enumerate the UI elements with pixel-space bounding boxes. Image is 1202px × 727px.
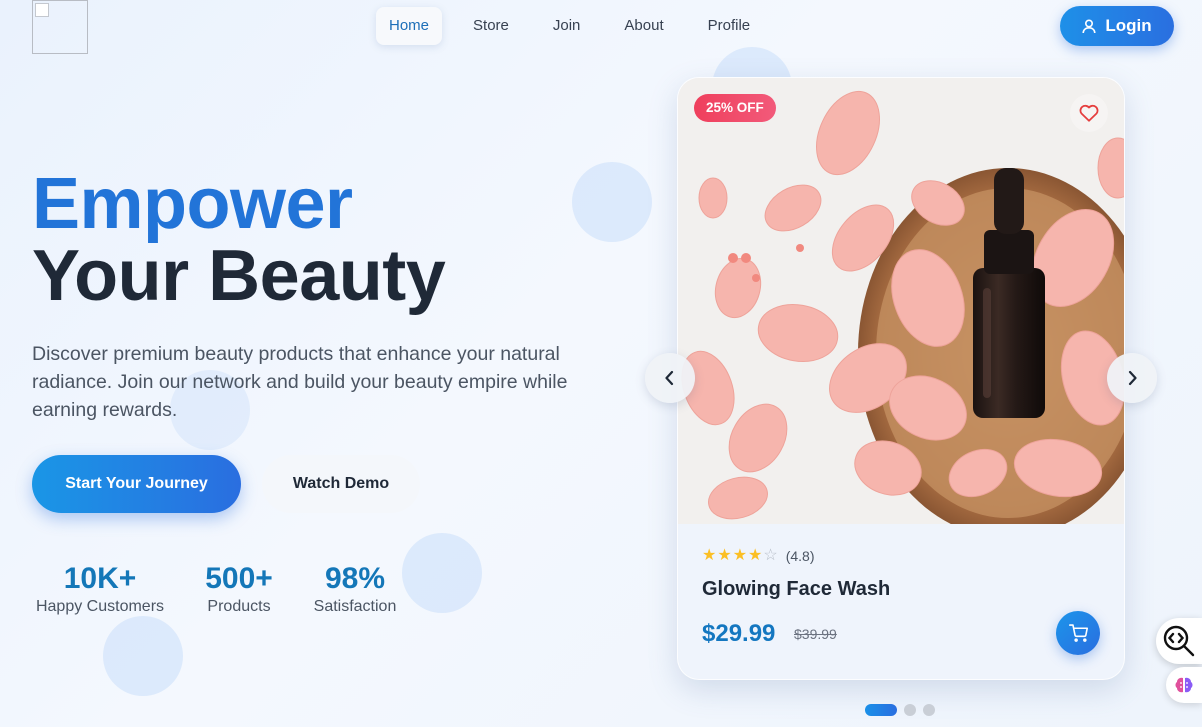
code-search-icon: [1163, 625, 1195, 657]
stat-label: Happy Customers: [35, 598, 165, 615]
product-image: 25% OFF: [678, 78, 1124, 524]
chevron-left-icon: [665, 370, 674, 386]
star-icon: ★: [702, 547, 717, 564]
broken-image-icon: [35, 3, 49, 17]
product-rating: ★ ★ ★ ★ ☆ (4.8): [702, 547, 815, 565]
user-icon: [1082, 18, 1096, 33]
product-card[interactable]: 25% OFF ★ ★ ★ ★ ☆ (4.8) Glowing Face Was…: [677, 77, 1125, 680]
main-nav: Home Store Join About Profile: [376, 7, 763, 45]
rating-value: (4.8): [785, 548, 815, 564]
discount-badge: 25% OFF: [694, 94, 776, 122]
nav-item-join[interactable]: Join: [540, 7, 594, 45]
carousel-next-button[interactable]: [1107, 353, 1157, 403]
bg-bubble: [103, 616, 183, 696]
stat-satisfaction: 98% Satisfaction: [310, 562, 400, 616]
login-button[interactable]: Login: [1060, 6, 1174, 46]
star-icon: ★: [748, 547, 763, 564]
hero-title-line2: Your Beauty: [32, 236, 446, 316]
nav-item-profile[interactable]: Profile: [695, 7, 764, 45]
favorite-button[interactable]: [1070, 94, 1108, 132]
bg-bubble: [572, 162, 652, 242]
cart-icon: [1068, 624, 1088, 642]
add-to-cart-button[interactable]: [1056, 611, 1100, 655]
carousel-dot[interactable]: [923, 704, 935, 716]
stat-label: Products: [207, 598, 271, 615]
carousel-dot[interactable]: [904, 704, 916, 716]
code-inspect-widget[interactable]: [1156, 618, 1202, 664]
stat-value: 500+: [205, 562, 273, 595]
hero-title: Empower Your Beauty: [32, 164, 446, 316]
carousel-dots: [865, 704, 935, 716]
stat-label: Satisfaction: [313, 598, 397, 615]
bg-bubble: [402, 533, 482, 613]
login-label: Login: [1105, 16, 1152, 35]
nav-item-about[interactable]: About: [611, 7, 676, 45]
carousel-dot[interactable]: [865, 704, 897, 716]
logo-image[interactable]: [32, 0, 88, 54]
stat-value: 98%: [324, 562, 386, 595]
nav-item-home[interactable]: Home: [376, 7, 443, 45]
chevron-right-icon: [1128, 370, 1137, 386]
product-old-price: $39.99: [794, 626, 837, 642]
brain-icon: [1175, 677, 1193, 693]
heart-icon: [1079, 104, 1099, 122]
start-journey-button[interactable]: Start Your Journey: [32, 455, 241, 513]
hero-title-line1: Empower: [32, 164, 353, 244]
product-price: $29.99: [702, 620, 776, 647]
star-icon: ★: [717, 547, 732, 564]
stat-products: 500+ Products: [198, 562, 280, 616]
watch-demo-button[interactable]: Watch Demo: [262, 455, 420, 513]
hero-description: Discover premium beauty products that en…: [32, 343, 568, 421]
carousel-prev-button[interactable]: [645, 353, 695, 403]
star-empty-icon: ☆: [763, 547, 778, 564]
stat-customers: 10K+ Happy Customers: [32, 562, 168, 616]
ai-assistant-widget[interactable]: [1166, 667, 1202, 703]
product-name[interactable]: Glowing Face Wash: [702, 578, 890, 601]
star-icon: ★: [732, 547, 748, 564]
nav-item-store[interactable]: Store: [460, 7, 522, 45]
stat-value: 10K+: [63, 562, 137, 595]
